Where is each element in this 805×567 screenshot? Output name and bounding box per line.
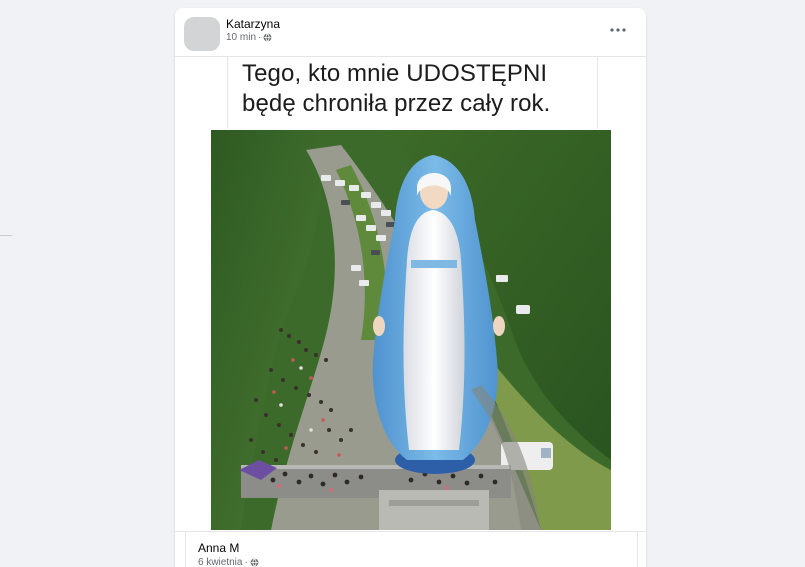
post-meta: 10 min ·: [226, 32, 272, 43]
meta-separator: ·: [258, 32, 262, 43]
caption-line-2: będę chroniła przez cały rok.: [242, 90, 551, 117]
caption-line-1: Tego, kto mnie UDOSTĘPNI: [242, 60, 548, 87]
comment-meta: 6 kwietnia ·: [198, 557, 259, 567]
comment-item: Anna M 6 kwietnia ·: [185, 532, 638, 567]
globe-icon: [263, 33, 272, 42]
post-photo[interactable]: [211, 130, 611, 530]
post-card: Katarzyna 10 min · Tego, kto mnie UDOSTĘ…: [175, 8, 646, 567]
globe-icon: [250, 558, 259, 567]
comment-author-name[interactable]: Anna M: [198, 541, 240, 555]
ellipsis-icon: [610, 28, 626, 32]
more-options-button[interactable]: [608, 22, 628, 38]
comment-section: Anna M 6 kwietnia ·: [175, 531, 646, 567]
post-timestamp[interactable]: 10 min: [226, 32, 256, 43]
statue-aerial-photo: [211, 130, 611, 530]
left-edge-divider: [0, 235, 12, 236]
post-author-name[interactable]: Katarzyna: [226, 17, 280, 31]
avatar[interactable]: [184, 17, 220, 51]
post-header: Katarzyna 10 min ·: [175, 8, 646, 56]
comment-date[interactable]: 6 kwietnia: [198, 557, 242, 567]
feed-page: Katarzyna 10 min · Tego, kto mnie UDOSTĘ…: [0, 0, 805, 567]
post-image-caption: Tego, kto mnie UDOSTĘPNI będę chroniła p…: [227, 57, 598, 129]
comment-meta-separator: ·: [244, 557, 248, 567]
